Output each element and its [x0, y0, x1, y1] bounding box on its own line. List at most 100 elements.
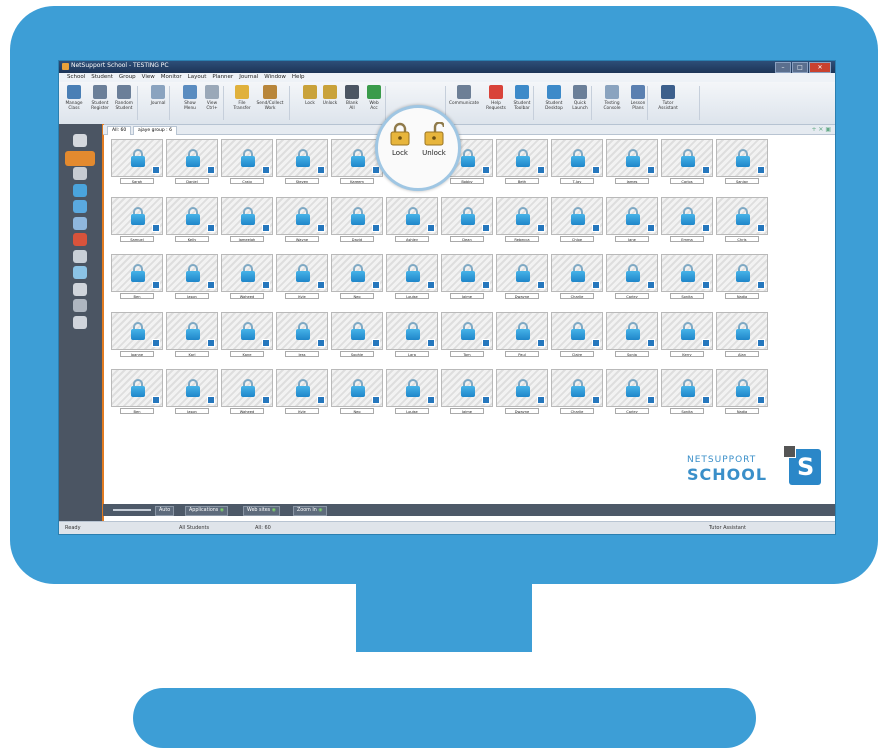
student-tile[interactable]: James	[606, 139, 658, 185]
student-tile[interactable]: Charlie	[551, 369, 603, 415]
student-tile[interactable]: Daniel	[166, 139, 218, 185]
student-tile[interactable]: Carley	[606, 254, 658, 300]
testing-button[interactable]: Testing Console	[599, 85, 625, 111]
student-tile[interactable]: Claire	[551, 311, 603, 358]
student-tile[interactable]: Carley	[606, 369, 658, 415]
auto-button[interactable]: Auto	[155, 506, 175, 516]
student-tile[interactable]: Jaime	[441, 254, 493, 300]
student-tile[interactable]: Ashley	[386, 196, 438, 243]
menu-item-layout[interactable]: Layout	[188, 73, 207, 82]
minimize-button[interactable]: –	[775, 62, 791, 73]
applications-button[interactable]: Applications ◉	[185, 506, 229, 516]
student-tile[interactable]: Kane	[221, 311, 273, 358]
web-button[interactable]: Web Acc	[361, 85, 387, 111]
student-tile[interactable]: Samuel	[111, 196, 163, 243]
student-tile[interactable]: Louise	[386, 254, 438, 300]
tab-group[interactable]: ajaye group : 6	[133, 126, 177, 135]
desktop-button[interactable]: Student Desktop	[541, 85, 567, 111]
sidebar-chat-icon[interactable]	[73, 282, 87, 296]
student-tile[interactable]: Lara	[386, 311, 438, 358]
student-tile[interactable]: Kyle	[276, 254, 328, 300]
menu-item-help[interactable]: Help	[292, 73, 305, 82]
launch-button[interactable]: Quick Launch	[567, 85, 593, 111]
student-tile[interactable]: Jason	[166, 254, 218, 300]
student-tile[interactable]: Steven	[276, 139, 328, 185]
student-tile[interactable]: Sophie	[331, 311, 383, 358]
student-tile[interactable]: Craig	[221, 139, 273, 185]
help-requests-button[interactable]: Help Requests	[483, 85, 509, 111]
manage-class-button[interactable]: Manage Class	[61, 85, 87, 111]
student-tile[interactable]: Joanne	[111, 311, 163, 358]
sidebar-users-icon[interactable]	[73, 266, 87, 279]
sidebar-globe-icon[interactable]	[73, 200, 87, 213]
view-button[interactable]: View Ctrl+	[199, 85, 225, 111]
student-tile[interactable]: Emma	[661, 196, 713, 243]
student-tile[interactable]: Nadia	[716, 254, 768, 300]
student-tile[interactable]: Sonita	[661, 369, 713, 415]
send-collect-button[interactable]: Send/Collect Work	[257, 85, 284, 111]
communicate-button[interactable]: Communicate	[449, 85, 479, 106]
student-tile[interactable]: Karl	[166, 311, 218, 358]
student-tile[interactable]: Waheed	[221, 254, 273, 300]
student-tile[interactable]: T-Jay	[551, 139, 603, 185]
sidebar-devices-icon[interactable]	[73, 299, 87, 312]
student-tile[interactable]: Neo	[331, 254, 383, 300]
student-tile[interactable]: Waheed	[221, 369, 273, 415]
student-tile[interactable]: Paul	[496, 311, 548, 358]
student-tile[interactable]: Beth	[496, 139, 548, 185]
student-tile[interactable]: Nadia	[716, 369, 768, 415]
websites-button[interactable]: Web sites ◉	[243, 506, 280, 516]
register-button[interactable]: Student Register	[87, 85, 113, 111]
student-tile[interactable]: David	[331, 196, 383, 243]
student-tile[interactable]: Alan	[716, 311, 768, 358]
student-tile[interactable]: Kerry	[661, 311, 713, 358]
menu-item-group[interactable]: Group	[119, 73, 136, 82]
tab-controls[interactable]: + ✕ ▣	[811, 125, 831, 134]
sidebar-audio-icon[interactable]	[73, 167, 87, 180]
student-tile[interactable]: Neo	[331, 369, 383, 415]
zoom-lock-button[interactable]: Lock	[384, 122, 416, 157]
student-toolbar-button[interactable]: Student Toolbar	[509, 85, 535, 111]
student-tile[interactable]: Wayne	[276, 196, 328, 243]
sidebar-chart-icon[interactable]	[73, 233, 87, 246]
student-tile[interactable]: Rebecca	[496, 196, 548, 243]
zoom-in-button[interactable]: Zoom In ◉	[293, 506, 327, 516]
maximize-button[interactable]: □	[792, 62, 808, 73]
sidebar-applications-icon[interactable]	[73, 216, 87, 230]
student-tile[interactable]: Jason	[166, 369, 218, 415]
student-tile[interactable]: Carlos	[661, 139, 713, 185]
menu-item-student[interactable]: Student	[91, 73, 113, 82]
menu-item-school[interactable]: School	[67, 73, 85, 82]
sidebar-monitor-icon[interactable]	[73, 315, 87, 329]
file-transfer-button[interactable]: File Transfer	[229, 85, 255, 111]
sidebar-thumbnail-view-icon[interactable]	[65, 150, 95, 166]
student-tile[interactable]: Sonita	[661, 254, 713, 300]
student-tile[interactable]: Charlie	[551, 254, 603, 300]
menu-item-journal[interactable]: Journal	[239, 73, 258, 82]
student-tile[interactable]: Tom	[441, 311, 493, 358]
student-tile[interactable]: Chris	[716, 196, 768, 243]
student-tile[interactable]: Sanjay	[716, 139, 768, 185]
student-tile[interactable]: Jane	[606, 196, 658, 243]
student-tile[interactable]: Dean	[441, 196, 493, 243]
journal-button[interactable]: Journal	[145, 85, 171, 106]
sidebar-web-icon[interactable]	[73, 183, 87, 197]
student-tile[interactable]: Chloe	[551, 196, 603, 243]
student-tile[interactable]: Jaime	[441, 369, 493, 415]
student-tile[interactable]: Ben	[111, 254, 163, 300]
close-button[interactable]: ✕	[809, 62, 831, 73]
menu-item-window[interactable]: Window	[264, 73, 286, 82]
tab-all[interactable]: All: 60	[107, 126, 132, 135]
student-tile[interactable]: Jess	[276, 311, 328, 358]
student-tile[interactable]: Kyle	[276, 369, 328, 415]
sidebar-print-icon[interactable]	[73, 249, 87, 263]
student-tile[interactable]: Dwayne	[496, 254, 548, 300]
student-tile[interactable]: Dwayne	[496, 369, 548, 415]
sidebar-home-icon[interactable]	[73, 134, 87, 147]
menu-item-monitor[interactable]: Monitor	[161, 73, 182, 82]
zoom-unlock-button[interactable]: Unlock	[418, 121, 450, 157]
student-tile[interactable]: Sonia	[606, 311, 658, 358]
zoom-slider[interactable]	[113, 509, 151, 511]
student-tile[interactable]: Kelly	[166, 196, 218, 243]
student-tile[interactable]: Jameelah	[221, 196, 273, 243]
